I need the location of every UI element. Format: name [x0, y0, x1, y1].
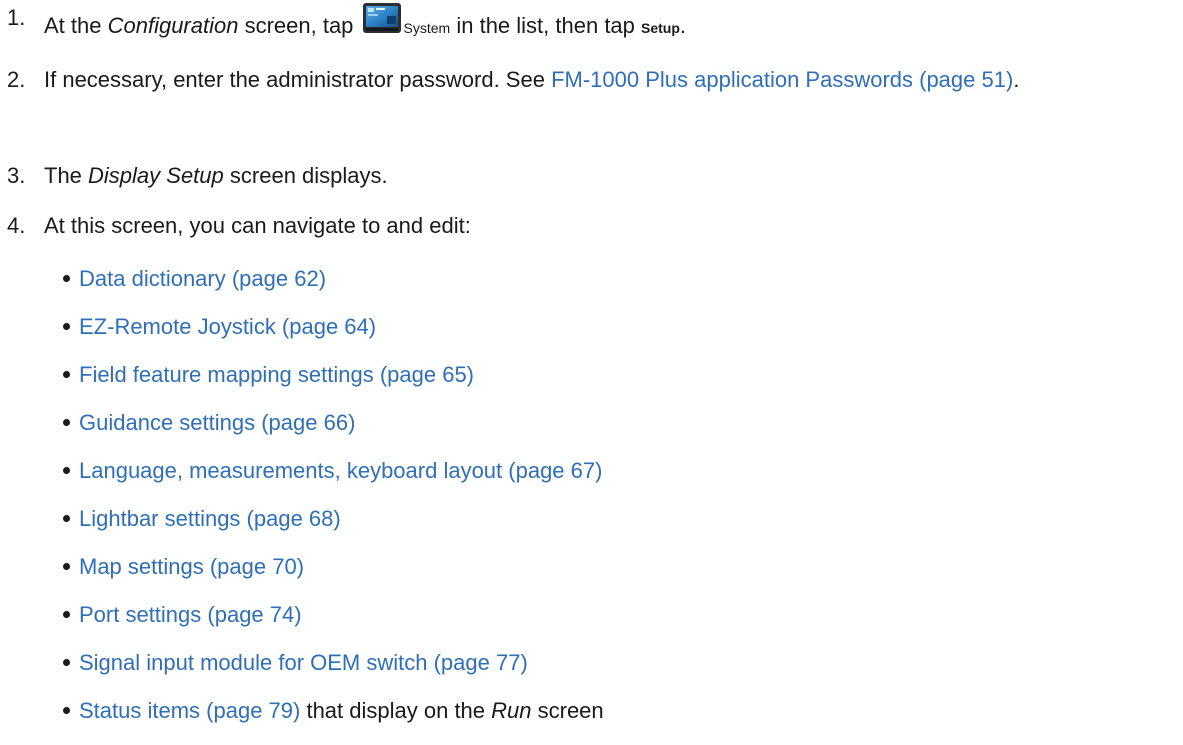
bullet-icon	[63, 371, 70, 378]
step-text: screen, tap	[238, 13, 360, 38]
step-number: 3.	[7, 163, 26, 188]
step-number: 4.	[7, 213, 26, 238]
port-settings-link[interactable]: Port settings (page 74)	[79, 602, 302, 627]
document-page: 1. At the Configuration screen, tap Syst…	[0, 0, 1183, 745]
list-item: EZ-Remote Joystick (page 64)	[63, 311, 376, 343]
list-item: Lightbar settings (page 68)	[63, 503, 341, 535]
list-item-text: that display on the	[300, 698, 492, 723]
bullet-icon	[63, 659, 70, 666]
system-label: System	[403, 20, 451, 36]
list-item: Map settings (page 70)	[63, 551, 304, 583]
passwords-link[interactable]: FM-1000 Plus application Passwords (page…	[551, 67, 1013, 92]
step-1: 1. At the Configuration screen, tap Syst…	[7, 2, 1173, 38]
bullet-icon	[63, 275, 70, 282]
step-text: .	[1013, 67, 1020, 92]
list-item: Data dictionary (page 62)	[63, 263, 326, 295]
system-display-icon	[362, 3, 401, 33]
step-text: .	[679, 13, 687, 38]
map-settings-link[interactable]: Map settings (page 70)	[79, 554, 304, 579]
step-text: If necessary, enter the administrator pa…	[44, 67, 552, 92]
ez-remote-joystick-link[interactable]: EZ-Remote Joystick (page 64)	[79, 314, 376, 339]
step-text: in the list, then tap	[450, 13, 642, 38]
bullet-icon	[63, 419, 70, 426]
field-feature-mapping-link[interactable]: Field feature mapping settings (page 65)	[79, 362, 474, 387]
list-item: Port settings (page 74)	[63, 599, 302, 631]
step-3: 3. The Display Setup screen displays.	[7, 160, 1173, 192]
list-item: Status items (page 79) that display on t…	[63, 695, 604, 727]
step-body: At this screen, you can navigate to and …	[44, 210, 1173, 242]
screen-name: Display Setup	[88, 163, 224, 188]
status-items-link[interactable]: Status items (page 79)	[79, 698, 300, 723]
step-body: At the Configuration screen, tap System …	[44, 2, 1173, 44]
step-2: 2. If necessary, enter the administrator…	[7, 64, 1173, 96]
step-text: At this screen, you can navigate to and …	[44, 213, 471, 238]
screen-name: Run	[491, 698, 532, 723]
list-item: Signal input module for OEM switch (page…	[63, 647, 528, 679]
list-item-text: screen	[531, 698, 604, 723]
step-number: 1.	[7, 5, 26, 30]
list-item: Language, measurements, keyboard layout …	[63, 455, 602, 487]
setup-label: Setup	[641, 20, 680, 36]
guidance-settings-link[interactable]: Guidance settings (page 66)	[79, 410, 355, 435]
step-body: If necessary, enter the administrator pa…	[44, 64, 1173, 96]
step-number: 2.	[7, 67, 26, 92]
bullet-icon	[63, 707, 70, 714]
step-text: screen displays.	[223, 163, 388, 188]
language-measurements-link[interactable]: Language, measurements, keyboard layout …	[79, 458, 602, 483]
bullet-icon	[63, 515, 70, 522]
list-item: Field feature mapping settings (page 65)	[63, 359, 474, 391]
data-dictionary-link[interactable]: Data dictionary (page 62)	[79, 266, 326, 291]
lightbar-settings-link[interactable]: Lightbar settings (page 68)	[79, 506, 341, 531]
list-item: Guidance settings (page 66)	[63, 407, 355, 439]
bullet-icon	[63, 323, 70, 330]
signal-input-module-link[interactable]: Signal input module for OEM switch (page…	[79, 650, 528, 675]
step-body: The Display Setup screen displays.	[44, 160, 1173, 192]
bullet-icon	[63, 563, 70, 570]
step-4: 4. At this screen, you can navigate to a…	[7, 210, 1173, 242]
step-text: The	[44, 163, 89, 188]
bullet-icon	[63, 611, 70, 618]
bullet-icon	[63, 467, 70, 474]
step-text: At the	[44, 13, 108, 38]
screen-name: Configuration	[107, 13, 239, 38]
